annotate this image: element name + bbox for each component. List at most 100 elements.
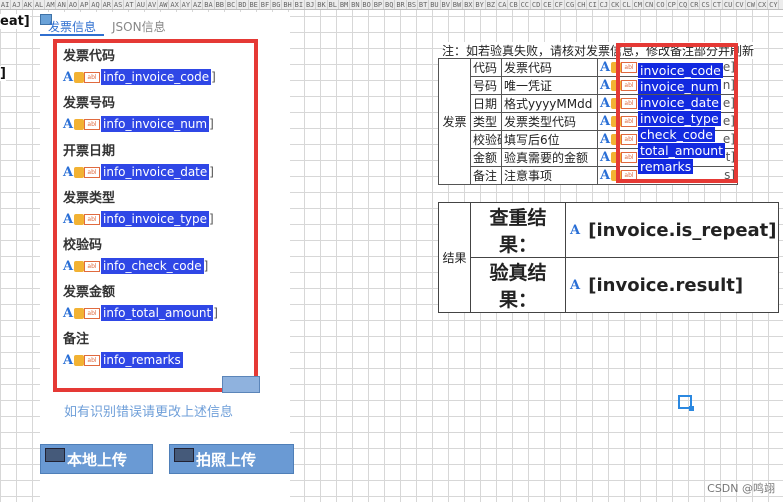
column-header-cell[interactable]: BA bbox=[203, 0, 215, 9]
column-header-cell[interactable]: AT bbox=[124, 0, 136, 9]
column-header-cell[interactable]: AK bbox=[23, 0, 34, 9]
column-header-cell[interactable]: AX bbox=[169, 0, 181, 9]
column-header-cell[interactable]: BM bbox=[339, 0, 351, 9]
column-header-cell[interactable]: AO bbox=[68, 0, 80, 9]
field-input[interactable]: Aabl info_invoice_date] bbox=[63, 163, 214, 181]
row-key: 号码 bbox=[470, 76, 502, 95]
column-header-cell[interactable]: BG bbox=[271, 0, 283, 9]
repeat-result-value[interactable]: A [invoice.is_repeat] bbox=[565, 202, 779, 258]
column-header-cell[interactable]: BL bbox=[328, 0, 339, 9]
column-header-cell[interactable]: CU bbox=[723, 0, 735, 9]
column-header-cell[interactable]: CJ bbox=[599, 0, 611, 9]
column-header-cell[interactable]: CD bbox=[531, 0, 543, 9]
panel-tabs: 发票信息 JSON信息 bbox=[40, 12, 174, 36]
verify-result-value[interactable]: A [invoice.result] bbox=[565, 257, 779, 313]
column-header-cell[interactable]: AN bbox=[56, 0, 68, 9]
column-header-cell[interactable]: BI bbox=[294, 0, 306, 9]
column-header-cell[interactable]: BZ bbox=[486, 0, 498, 9]
column-header-cell[interactable]: BH bbox=[282, 0, 294, 9]
row-description: 填写后6位 bbox=[501, 130, 598, 149]
tab-json-info[interactable]: JSON信息 bbox=[104, 12, 174, 36]
column-header-cell[interactable]: BE bbox=[249, 0, 260, 9]
row-binding: invoice_num bbox=[638, 79, 721, 94]
invoice-field: 发票代码 Aabl info_invoice_code] bbox=[63, 48, 216, 86]
column-header-cell[interactable]: AY bbox=[181, 0, 193, 9]
column-header-cell[interactable]: AM bbox=[45, 0, 57, 9]
column-header-cell[interactable]: CT bbox=[712, 0, 723, 9]
column-header-cell[interactable]: BS bbox=[407, 0, 418, 9]
column-header-cell[interactable]: BV bbox=[441, 0, 452, 9]
column-header-cell[interactable]: CF bbox=[554, 0, 565, 9]
field-bracket: ] bbox=[209, 212, 214, 226]
column-header-cell[interactable]: CN bbox=[644, 0, 656, 9]
column-header-cell[interactable]: BT bbox=[418, 0, 430, 9]
column-header-cell[interactable]: AQ bbox=[90, 0, 102, 9]
column-header-cell[interactable]: BF bbox=[260, 0, 272, 9]
column-header-cell[interactable]: BU bbox=[429, 0, 441, 9]
field-input[interactable]: Aabl info_check_code] bbox=[63, 257, 208, 275]
column-header-cell[interactable]: BC bbox=[226, 0, 238, 9]
column-header-cell[interactable]: CH bbox=[576, 0, 588, 9]
field-binding: info_check_code bbox=[101, 258, 204, 274]
column-header-cell[interactable]: CW bbox=[746, 0, 757, 9]
column-header-cell[interactable]: CY bbox=[768, 0, 780, 9]
column-header-cell[interactable]: CB bbox=[508, 0, 520, 9]
column-header-cell[interactable]: BN bbox=[350, 0, 362, 9]
column-header-cell[interactable]: BK bbox=[316, 0, 328, 9]
field-input[interactable]: Aabl info_invoice_code] bbox=[63, 68, 216, 86]
column-header-cell[interactable]: CM bbox=[633, 0, 644, 9]
field-input[interactable]: Aabl info_invoice_type] bbox=[63, 210, 214, 228]
column-header-cell[interactable]: AI bbox=[0, 0, 12, 9]
text-control-icon: Aabl bbox=[63, 353, 101, 368]
column-header-cell[interactable]: CS bbox=[700, 0, 712, 9]
column-header-cell[interactable]: AV bbox=[147, 0, 159, 9]
column-header-cell[interactable]: BO bbox=[362, 0, 373, 9]
column-header-cell[interactable]: CQ bbox=[678, 0, 690, 9]
column-header-cell[interactable]: CC bbox=[520, 0, 531, 9]
local-upload-button[interactable]: 本地上传 bbox=[40, 444, 153, 474]
column-header-cell[interactable]: BY bbox=[474, 0, 486, 9]
column-header-cell[interactable]: BB bbox=[215, 0, 226, 9]
column-header-cell[interactable]: BP bbox=[373, 0, 385, 9]
column-header-cell[interactable]: AP bbox=[79, 0, 91, 9]
column-header-cell[interactable]: AS bbox=[113, 0, 125, 9]
column-header-cell[interactable]: CG bbox=[565, 0, 577, 9]
column-header-cell[interactable]: AZ bbox=[192, 0, 204, 9]
column-header-cell[interactable]: CV bbox=[734, 0, 746, 9]
column-header-cell[interactable]: BX bbox=[463, 0, 475, 9]
text-control-icon: Aabl bbox=[63, 212, 101, 227]
field-binding: info_total_amount bbox=[101, 305, 214, 321]
column-header-cell[interactable]: AR bbox=[102, 0, 113, 9]
column-header-cell[interactable]: BD bbox=[237, 0, 249, 9]
invoice-field: 发票号码 Aabl info_invoice_num] bbox=[63, 95, 214, 133]
column-header-cell[interactable]: CA bbox=[497, 0, 509, 9]
photo-upload-button[interactable]: 拍照上传 bbox=[169, 444, 294, 474]
tab-invoice-info[interactable]: 发票信息 bbox=[40, 12, 105, 36]
column-header-cell[interactable]: AW bbox=[158, 0, 170, 9]
column-header-cell[interactable]: AJ bbox=[11, 0, 23, 9]
column-header-cell[interactable]: BJ bbox=[305, 0, 317, 9]
selected-cell-cursor[interactable] bbox=[678, 395, 694, 411]
field-input[interactable]: Aabl info_invoice_num] bbox=[63, 115, 214, 133]
column-header-cell[interactable]: BR bbox=[395, 0, 407, 9]
field-input[interactable]: Aabl info_total_amount] bbox=[63, 304, 218, 322]
column-header-bar: AI AJ AK AL AM AN AO AP AQ AR AS AT AU AV AW AX AY AZ BA BB… bbox=[0, 0, 783, 10]
column-header-cell[interactable]: AL bbox=[34, 0, 46, 9]
field-label: 备注 bbox=[63, 332, 90, 347]
column-header-cell[interactable]: BQ bbox=[384, 0, 396, 9]
column-header-cell[interactable]: BW bbox=[452, 0, 464, 9]
script-handle-icon[interactable] bbox=[222, 376, 260, 393]
column-header-cell[interactable]: CX bbox=[757, 0, 769, 9]
column-header-cell[interactable]: CE bbox=[542, 0, 554, 9]
column-header-cell[interactable]: CR bbox=[689, 0, 701, 9]
column-header-cell[interactable]: CP bbox=[667, 0, 678, 9]
field-input[interactable]: Aabl info_remarks bbox=[63, 351, 183, 369]
column-header-cell[interactable]: CI bbox=[587, 0, 599, 9]
column-header-cell[interactable]: CO bbox=[655, 0, 667, 9]
row-description: 发票代码 bbox=[501, 58, 598, 77]
column-header-cell[interactable]: AU bbox=[136, 0, 147, 9]
field-bracket: ] bbox=[209, 117, 214, 131]
column-header-cell[interactable]: CK bbox=[610, 0, 622, 9]
script-icon bbox=[45, 448, 65, 462]
column-header-cell[interactable]: CL bbox=[621, 0, 633, 9]
